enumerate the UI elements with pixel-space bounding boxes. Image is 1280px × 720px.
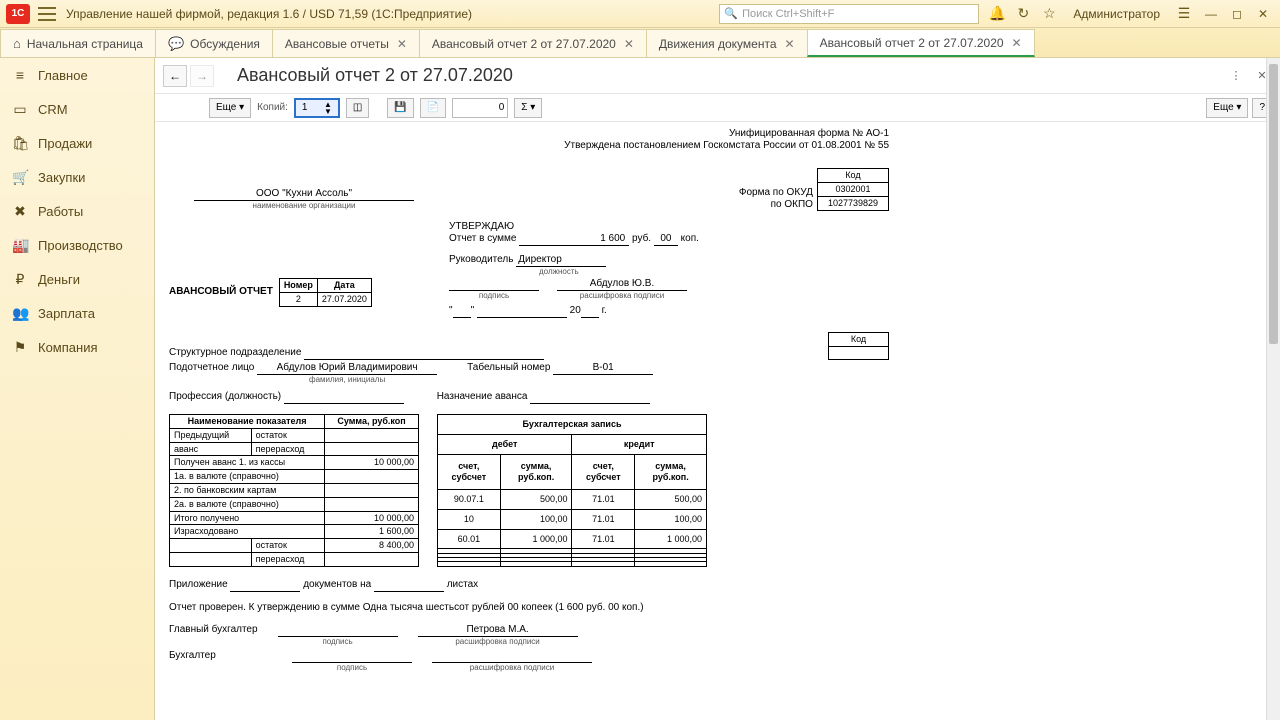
tabbar: ⌂Начальная страница 💬Обсуждения Авансовы… [0,28,1280,58]
app-title: Управление нашей фирмой, редакция 1.6 / … [66,7,472,21]
bag-icon: 🛍 [12,135,28,152]
tab-expense-reports[interactable]: Авансовые отчеты✕ [272,29,420,57]
forward-button[interactable]: → [190,65,214,87]
content: ← → Авансовый отчет 2 от 27.07.2020 ⋮ ✕ … [155,58,1280,720]
star-icon[interactable]: ☆ [1041,6,1057,22]
tab-discussions[interactable]: 💬Обсуждения [155,29,273,57]
sidebar-item-crm[interactable]: ▭CRM [0,92,154,126]
glbuh-line: Главный бухгалтер подпись Петрова М.А.ра… [169,624,889,647]
okpo-label: по ОКПО [739,199,813,211]
sidebar-item-works[interactable]: ✖Работы [0,194,154,228]
scrollbar-thumb[interactable] [1269,64,1278,344]
print-layout-button[interactable]: ◫ [346,98,369,118]
vertical-scrollbar[interactable] [1266,58,1280,720]
settings-icon[interactable]: ☰ [1176,6,1192,22]
sidebar-item-money[interactable]: ₽Деньги [0,262,154,296]
window-controls: — ◻ ✕ [1200,5,1274,23]
sidebar-item-purchases[interactable]: 🛒Закупки [0,160,154,194]
menu-icon: ≡ [12,67,28,83]
num-date-table: НомерДата 227.07.2020 [279,278,372,307]
main-area: ≡Главное ▭CRM 🛍Продажи 🛒Закупки ✖Работы … [0,58,1280,720]
code2-table: Код [828,332,889,361]
sidebar-item-salary[interactable]: 👥Зарплата [0,296,154,330]
save-button[interactable]: 💾 [387,98,413,118]
sidebar: ≡Главное ▭CRM 🛍Продажи 🛒Закупки ✖Работы … [0,58,155,720]
sigma-button[interactable]: Σ ▾ [514,98,542,118]
sidebar-item-main[interactable]: ≡Главное [0,58,154,92]
close-icon[interactable]: ✕ [624,37,634,51]
title-icons: 🔔 ↻ ☆ Администратор ☰ [989,6,1192,22]
zero-field[interactable]: 0 [452,98,508,118]
close-icon[interactable]: ✕ [785,37,795,51]
buh-line: Бухгалтер подпись расшифровка подписи [169,650,889,673]
card-icon: ▭ [12,101,28,118]
search-icon: 🔍 [724,7,738,20]
people-icon: 👥 [12,305,28,322]
copies-label: Копий: [257,102,288,113]
form-title: АВАНСОВЫЙ ОТЧЕТ [169,286,273,298]
okud-label: Форма по ОКУД [739,187,813,199]
more-button-right[interactable]: Еще ▾ [1206,98,1248,118]
bell-icon[interactable]: 🔔 [989,6,1005,22]
main-menu-icon[interactable] [38,7,56,21]
factory-icon: 🏭 [12,237,28,254]
history-icon[interactable]: ↻ [1015,6,1031,22]
sidebar-item-sales[interactable]: 🛍Продажи [0,126,154,160]
sidebar-item-company[interactable]: ⚑Компания [0,330,154,364]
minimize-button[interactable]: — [1200,5,1222,23]
cart-icon: 🛒 [12,169,28,186]
close-window-button[interactable]: ✕ [1252,5,1274,23]
close-icon[interactable]: ✕ [397,37,407,51]
approve-label: УТВЕРЖДАЮ [449,221,889,233]
tools-icon: ✖ [12,203,28,220]
logo-1c-icon: 1C [6,4,30,24]
more-button[interactable]: Еще ▾ [209,98,251,118]
flag-icon: ⚑ [12,339,28,356]
org-name: ООО "Кухни Ассоль" [194,188,414,201]
tab-movements[interactable]: Движения документа✕ [646,29,808,57]
user-label[interactable]: Администратор [1073,7,1160,21]
toolbar: Еще ▾ Копий: 1▲▼ ◫ 💾 📄 0 Σ ▾ Еще ▾ ? [155,94,1280,122]
search-input[interactable]: 🔍 Поиск Ctrl+Shift+F [719,4,979,24]
document-title: Авансовый отчет 2 от 27.07.2020 [237,65,513,86]
home-icon: ⌂ [13,36,21,51]
chat-icon: 💬 [168,36,184,52]
titlebar: 1C Управление нашей фирмой, редакция 1.6… [0,0,1280,28]
tab-expense-report-2b[interactable]: Авансовый отчет 2 от 27.07.2020✕ [807,29,1035,57]
back-button[interactable]: ← [163,65,187,87]
org-sub: наименование организации [169,201,439,211]
maximize-button[interactable]: ◻ [1226,5,1248,23]
sidebar-item-production[interactable]: 🏭Производство [0,228,154,262]
export-button[interactable]: 📄 [420,98,446,118]
struct-label: Структурное подразделение [169,347,301,358]
checked-line: Отчет проверен. К утверждению в сумме Од… [169,602,889,614]
form-header2: Утверждена постановлением Госкомстата Ро… [169,140,889,152]
copies-spinner[interactable]: 1▲▼ [294,98,340,118]
codes-table: Код 0302001 1027739829 [817,168,889,210]
kebab-icon[interactable]: ⋮ [1226,66,1246,86]
tab-expense-report-2a[interactable]: Авансовый отчет 2 от 27.07.2020✕ [419,29,647,57]
ruble-icon: ₽ [12,271,28,288]
accounting-table: Бухгалтерская запись дебеткредит счет, с… [437,414,707,567]
form-header1: Унифицированная форма № АО-1 [169,128,889,140]
content-header: ← → Авансовый отчет 2 от 27.07.2020 ⋮ ✕ [155,58,1280,94]
attachment-line: Приложение документов на листах [169,579,889,592]
close-icon[interactable]: ✕ [1012,36,1022,50]
indicators-table: Наименование показателяСумма, руб.коп Пр… [169,414,419,567]
print-form: Унифицированная форма № АО-1 Утверждена … [169,128,889,673]
document-area[interactable]: Унифицированная форма № АО-1 Утверждена … [155,122,1280,720]
tab-home[interactable]: ⌂Начальная страница [0,29,156,57]
